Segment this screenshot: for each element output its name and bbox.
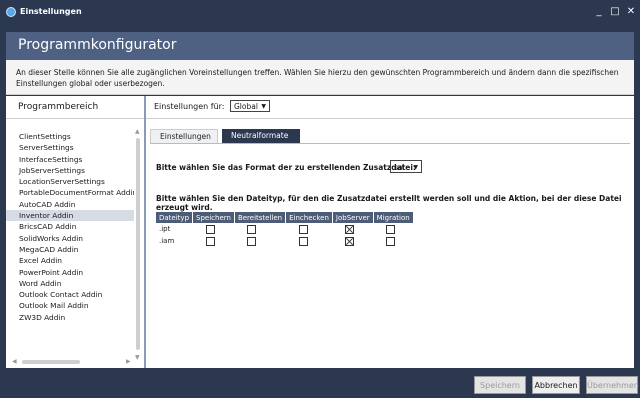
tab-neutralformate[interactable]: Neutralformate: [222, 129, 300, 143]
sidebar-item[interactable]: ClientSettings: [6, 131, 134, 142]
page-title: Programmkonfigurator: [18, 37, 177, 53]
sidebar-item[interactable]: InterfaceSettings: [6, 154, 134, 165]
sidebar-item[interactable]: BricsCAD Addin: [6, 221, 134, 232]
table-row: .ipt: [156, 223, 413, 235]
sidebar-item[interactable]: Outlook Contact Addin: [6, 289, 134, 300]
program-area-header: Programmbereich: [6, 96, 144, 119]
format-question: Bitte wählen Sie das Format der zu erste…: [156, 163, 416, 172]
hscroll-thumb[interactable]: [22, 360, 80, 364]
column-header: Bereitstellen: [234, 212, 287, 223]
sidebar-item[interactable]: MegaCAD Addin: [6, 244, 134, 255]
close-button[interactable]: ✕: [624, 5, 638, 19]
checkbox-cell: [373, 223, 413, 235]
action-checkbox[interactable]: [298, 236, 308, 246]
chevron-down-icon: ▼: [261, 103, 266, 110]
action-checkbox[interactable]: [298, 224, 308, 234]
footer-bar: Speichern Abbrechen Übernehmen: [0, 372, 640, 398]
column-header: Dateityp: [156, 212, 194, 223]
action-checkbox[interactable]: [205, 236, 215, 246]
column-header: Speichern: [192, 212, 235, 223]
apply-button[interactable]: Übernehmen: [586, 376, 639, 394]
sidebar-item[interactable]: AutoCAD Addin: [6, 199, 134, 210]
checkbox-cell: [332, 223, 373, 235]
format-select-value: sat: [394, 163, 406, 172]
action-checkbox[interactable]: [386, 224, 396, 234]
chevron-down-icon: ▼: [413, 164, 418, 171]
settings-panel: Einstellungen für: Global ▼ Einstellunge…: [146, 96, 634, 368]
maximize-button[interactable]: □: [608, 5, 622, 19]
column-header: JobServer: [332, 212, 374, 223]
page-header: Programmkonfigurator: [6, 32, 634, 60]
sidebar-item[interactable]: ServerSettings: [6, 142, 134, 153]
action-checkbox[interactable]: [345, 236, 355, 246]
scroll-left-icon[interactable]: ◀: [12, 358, 17, 365]
cancel-button[interactable]: Abbrechen: [532, 376, 580, 394]
scope-label: Einstellungen für:: [154, 102, 225, 111]
checkbox-cell: [286, 235, 333, 247]
scope-select-value: Global: [234, 102, 258, 111]
action-checkbox[interactable]: [345, 224, 355, 234]
info-text: An dieser Stelle können Sie alle zugängl…: [16, 68, 619, 88]
checkbox-cell: [234, 223, 285, 235]
checkbox-cell: [193, 223, 235, 235]
list-vertical-scrollbar[interactable]: ▲ ▼: [134, 128, 142, 362]
scroll-thumb[interactable]: [136, 138, 140, 350]
tab-einstellungen[interactable]: Einstellungen: [150, 129, 218, 143]
sidebar-item[interactable]: ZW3D Addin: [6, 312, 134, 323]
sidebar-item[interactable]: PortableDocumentFormat Addin: [6, 187, 134, 198]
action-checkbox[interactable]: [205, 224, 215, 234]
table-row: .iam: [156, 235, 413, 247]
action-checkbox[interactable]: [247, 224, 257, 234]
save-button[interactable]: Speichern: [474, 376, 526, 394]
program-area-panel: Programmbereich ClientSettings ServerSett…: [6, 96, 146, 368]
checkbox-cell: [234, 235, 285, 247]
scope-select[interactable]: Global ▼: [230, 100, 270, 112]
scroll-right-icon[interactable]: ▶: [126, 358, 131, 365]
tab-bar: Einstellungen Neutralformate: [150, 129, 630, 144]
program-area-title: Programmbereich: [18, 102, 99, 112]
action-checkbox[interactable]: [247, 236, 257, 246]
sidebar-item[interactable]: JobServerSettings: [6, 165, 134, 176]
minimize-button[interactable]: _: [592, 5, 606, 19]
table-header-row: Dateityp Speichern Bereitstellen Einchecken…: [156, 212, 414, 223]
sidebar-item[interactable]: Inventor Addin: [6, 210, 134, 222]
scroll-up-icon[interactable]: ▲: [135, 128, 140, 135]
sidebar-item[interactable]: SolidWorks Addin: [6, 233, 134, 244]
checkbox-cell: [332, 235, 373, 247]
app-icon: [6, 7, 16, 17]
filetype-action-table: Dateityp Speichern Bereitstellen Einchecken…: [156, 212, 414, 247]
info-bar: An dieser Stelle können Sie alle zugängl…: [6, 60, 634, 95]
sidebar-item[interactable]: Outlook Mail Addin: [6, 300, 134, 311]
sidebar-item[interactable]: LocationServerSettings: [6, 176, 134, 187]
sidebar-item[interactable]: PowerPoint Addin: [6, 267, 134, 278]
column-header: Migration: [373, 212, 414, 223]
column-header: Einchecken: [285, 212, 333, 223]
checkbox-cell: [373, 235, 413, 247]
list-horizontal-scrollbar[interactable]: ◀ ▶: [12, 358, 134, 366]
sidebar-item[interactable]: Word Addin: [6, 278, 134, 289]
checkbox-cell: [286, 223, 333, 235]
scroll-down-icon[interactable]: ▼: [135, 354, 140, 361]
window-title: Einstellungen: [20, 7, 82, 16]
title-bar: Einstellungen _ □ ✕: [0, 0, 640, 24]
checkbox-cell: [193, 235, 235, 247]
filetype-cell: .ipt: [159, 225, 171, 233]
filetype-cell: .iam: [159, 237, 175, 245]
program-area-list: ClientSettings ServerSettings InterfaceSet…: [6, 131, 134, 323]
action-checkbox[interactable]: [386, 236, 396, 246]
filetype-question: Bitte wählen Sie den Dateityp, für den d…: [156, 194, 622, 212]
settings-header: Einstellungen für: Global ▼: [146, 96, 634, 119]
sidebar-item[interactable]: Excel Addin: [6, 255, 134, 266]
format-select[interactable]: sat ▼: [390, 160, 422, 173]
